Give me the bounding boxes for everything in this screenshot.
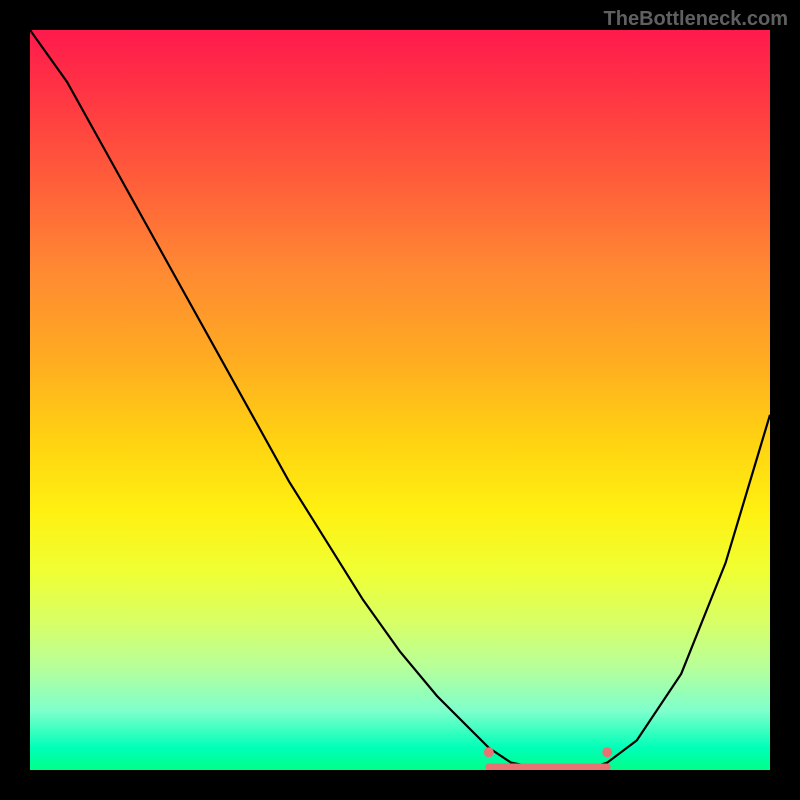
watermark: TheBottleneck.com [604,8,788,31]
bottleneck-curve-line [30,30,770,770]
chart-svg [30,30,770,770]
optimal-marker-right [602,747,612,757]
bottleneck-chart [30,30,770,770]
optimal-marker-left [484,747,494,757]
